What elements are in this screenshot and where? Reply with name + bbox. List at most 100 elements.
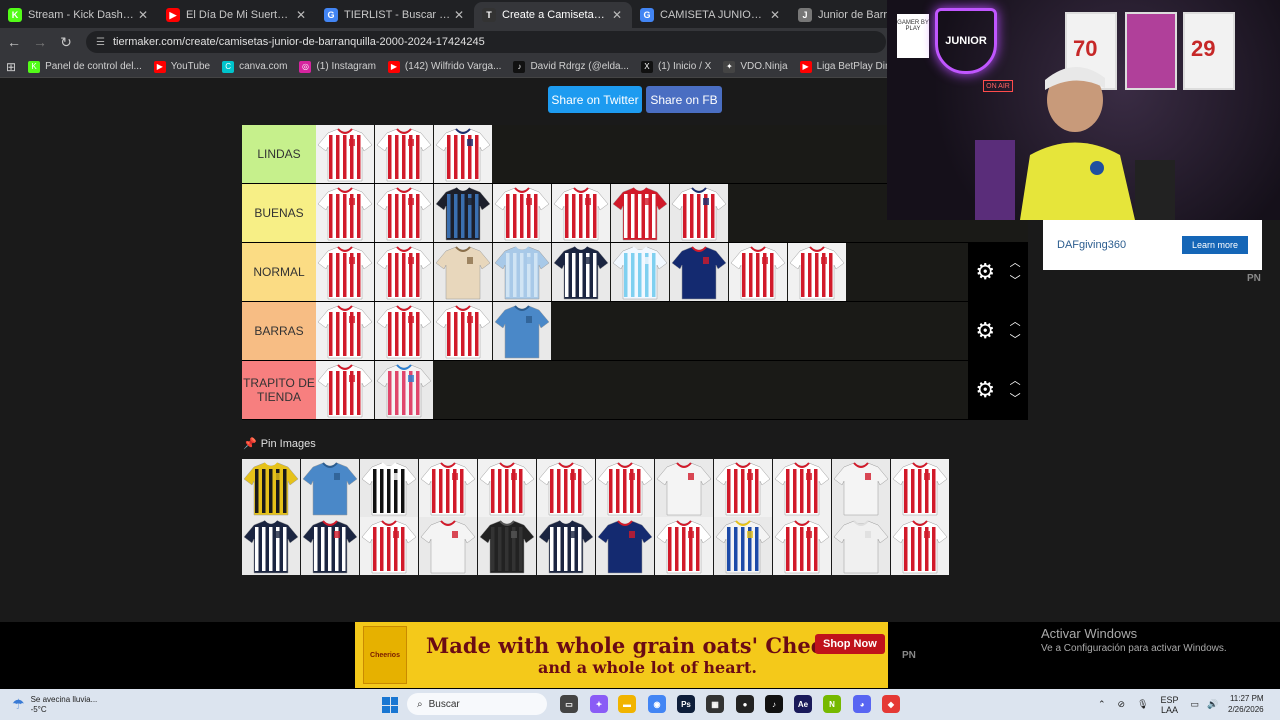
start-icon[interactable]	[382, 697, 398, 713]
bookmark-item[interactable]: ✦ VDO.Ninja	[723, 60, 788, 73]
tiktok-icon[interactable]: ♪	[765, 695, 783, 713]
jersey-image[interactable]	[552, 184, 610, 242]
jersey-image[interactable]	[670, 243, 728, 301]
pool-jersey-image[interactable]	[360, 517, 418, 575]
pool-jersey-image[interactable]	[655, 517, 713, 575]
back-icon[interactable]: ←	[2, 30, 26, 54]
jersey-image[interactable]	[375, 243, 433, 301]
chevron-up-icon[interactable]: ⌃	[1098, 699, 1106, 710]
pool-jersey-image[interactable]	[537, 459, 595, 517]
monitor-icon[interactable]: ▭	[1191, 699, 1200, 710]
bookmark-item[interactable]: X (1) Inicio / X	[640, 60, 711, 73]
pool-jersey-image[interactable]	[773, 459, 831, 517]
jersey-image[interactable]	[434, 125, 492, 183]
gear-icon[interactable]: ⚙	[975, 259, 995, 285]
volume-icon[interactable]: 🔊	[1207, 699, 1218, 710]
jersey-image[interactable]	[434, 184, 492, 242]
bookmark-item[interactable]: ▶ (142) Wilfrido Varga...	[387, 60, 501, 73]
copilot-icon[interactable]: ✦	[590, 695, 608, 713]
move-down-icon[interactable]: ﹀	[1010, 272, 1021, 290]
pool-jersey-image[interactable]	[891, 517, 949, 575]
share-fb-button[interactable]: Share on FB	[646, 86, 722, 113]
pool-jersey-image[interactable]	[832, 517, 890, 575]
pool-jersey-image[interactable]	[478, 517, 536, 575]
bookmark-item[interactable]: ◎ (1) Instagram	[299, 60, 376, 73]
tier-label[interactable]: BUENAS	[242, 184, 316, 242]
pool-jersey-image[interactable]	[478, 459, 536, 517]
discord-icon[interactable]: ◕	[853, 695, 871, 713]
jersey-image[interactable]	[434, 243, 492, 301]
photoshop-icon[interactable]: Ps	[677, 695, 695, 713]
pool-jersey-image[interactable]	[714, 459, 772, 517]
obs-icon[interactable]: ●	[736, 695, 754, 713]
jersey-image[interactable]	[493, 243, 551, 301]
apps-icon[interactable]: ⊞	[6, 60, 16, 74]
pool-jersey-image[interactable]	[419, 517, 477, 575]
pool-jersey-image[interactable]	[655, 459, 713, 517]
pool-jersey-image[interactable]	[773, 517, 831, 575]
pool-jersey-image[interactable]	[301, 459, 359, 517]
tab-close-icon[interactable]: ✕	[452, 8, 466, 22]
clock[interactable]: 11:27 PM 2/26/2026	[1228, 693, 1264, 715]
bookmark-item[interactable]: ▶ YouTube	[153, 60, 210, 73]
browser-tab[interactable]: ▶ El Día De Mi Suerte - Héctor La✕	[158, 2, 316, 28]
tab-close-icon[interactable]: ✕	[294, 8, 308, 22]
taskbar-search[interactable]: ⌕ Buscar	[407, 693, 547, 715]
tab-close-icon[interactable]: ✕	[610, 8, 624, 22]
forward-icon[interactable]: →	[28, 30, 52, 54]
jersey-image[interactable]	[670, 184, 728, 242]
move-up-icon[interactable]: ︿	[1010, 313, 1021, 331]
jersey-image[interactable]	[316, 125, 374, 183]
browser-tab[interactable]: G CAMISETA JUNIOR DE BARRANQ✕	[632, 2, 790, 28]
reload-icon[interactable]: ↻	[54, 30, 78, 54]
shop-now-button[interactable]: Shop Now	[815, 634, 885, 654]
jersey-image[interactable]	[552, 243, 610, 301]
gear-icon[interactable]: ⚙	[975, 318, 995, 344]
microphone-icon[interactable]: 🎙	[1137, 699, 1148, 710]
bookmark-item[interactable]: K Panel de control del...	[28, 60, 142, 73]
tier-label[interactable]: LINDAS	[242, 125, 316, 183]
cheerios-ad[interactable]: Cheerios Made with whole grain oats' Che…	[355, 622, 888, 688]
pool-jersey-image[interactable]	[419, 459, 477, 517]
jersey-image[interactable]	[611, 184, 669, 242]
chrome-icon[interactable]: ◉	[648, 695, 666, 713]
after-effects-icon[interactable]: Ae	[794, 695, 812, 713]
jersey-image[interactable]	[493, 184, 551, 242]
jersey-image[interactable]	[375, 184, 433, 242]
calculator-icon[interactable]: ▦	[706, 695, 724, 713]
pool-jersey-image[interactable]	[832, 459, 890, 517]
jersey-image[interactable]	[434, 302, 492, 360]
share-twitter-button[interactable]: Share on Twitter	[548, 86, 642, 113]
jersey-image[interactable]	[729, 243, 787, 301]
tier-label[interactable]: TRAPITO DE TIENDA	[242, 361, 316, 419]
pool-jersey-image[interactable]	[301, 517, 359, 575]
file-explorer-icon[interactable]: ▬	[618, 695, 636, 713]
task-view-icon[interactable]: ▭	[560, 695, 578, 713]
browser-tab[interactable]: K Stream - Kick Dashboard✕	[0, 2, 158, 28]
gear-icon[interactable]: ⚙	[975, 377, 995, 403]
bookmark-item[interactable]: ♪ David Rdrgz (@elda...	[513, 60, 629, 73]
daf-ad[interactable]: DAFgiving360 Learn more	[1043, 220, 1262, 270]
browser-tab[interactable]: G TIERLIST - Buscar con Google✕	[316, 2, 474, 28]
learn-more-button[interactable]: Learn more	[1181, 236, 1248, 254]
jersey-image[interactable]	[493, 302, 551, 360]
jersey-image[interactable]	[375, 361, 433, 419]
jersey-image[interactable]	[316, 361, 374, 419]
jersey-image[interactable]	[316, 243, 374, 301]
jersey-image[interactable]	[375, 125, 433, 183]
language-indicator[interactable]: ESP LAA	[1161, 695, 1179, 715]
move-down-icon[interactable]: ﹀	[1010, 390, 1021, 408]
pool-jersey-image[interactable]	[714, 517, 772, 575]
app-icon[interactable]: ◆	[882, 695, 900, 713]
pool-jersey-image[interactable]	[596, 517, 654, 575]
pool-jersey-image[interactable]	[596, 459, 654, 517]
pool-jersey-image[interactable]	[891, 459, 949, 517]
tab-close-icon[interactable]: ✕	[136, 8, 150, 22]
jersey-image[interactable]	[316, 302, 374, 360]
jersey-image[interactable]	[375, 302, 433, 360]
move-up-icon[interactable]: ︿	[1010, 372, 1021, 390]
move-up-icon[interactable]: ︿	[1010, 254, 1021, 272]
pool-jersey-image[interactable]	[537, 517, 595, 575]
nvidia-icon[interactable]: N	[823, 695, 841, 713]
jersey-image[interactable]	[788, 243, 846, 301]
